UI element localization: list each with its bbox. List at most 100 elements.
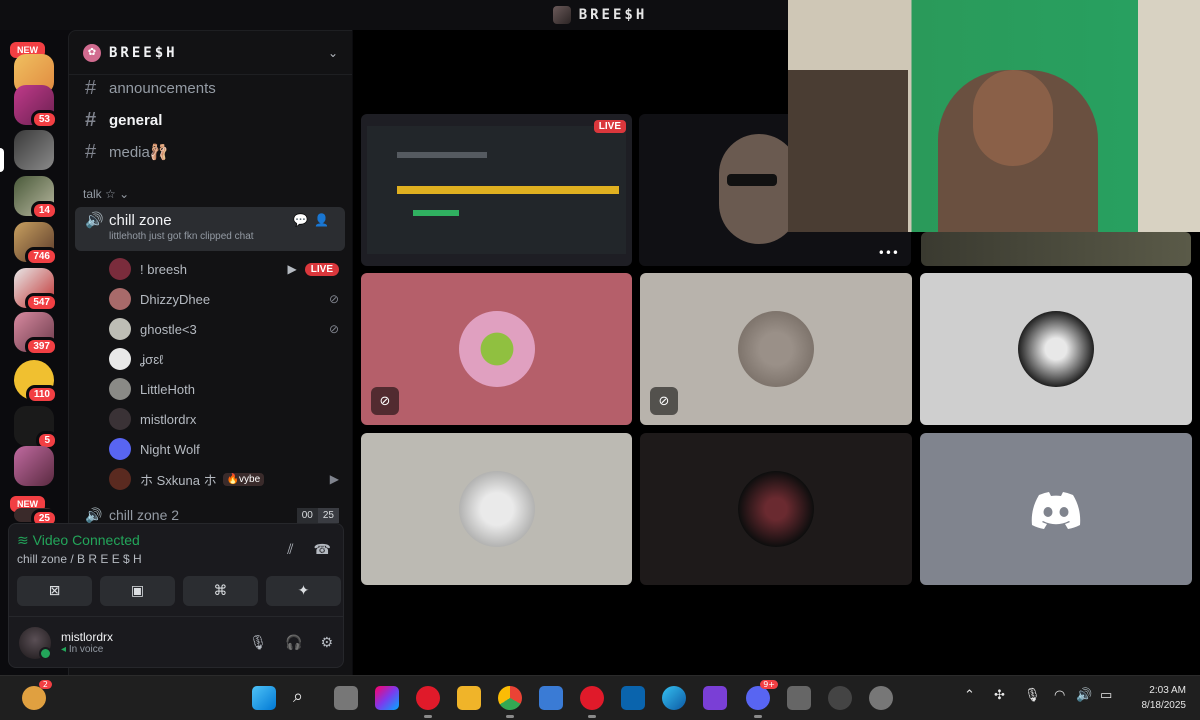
screen-share-tile[interactable]: LIVE xyxy=(361,114,632,266)
clock-date: 8/18/2025 xyxy=(1141,700,1187,711)
live-badge: LIVE xyxy=(593,120,626,133)
chevron-up-icon[interactable]: ⌃ xyxy=(964,688,975,703)
activity-button[interactable]: ⌘ xyxy=(183,576,258,606)
camera-toggle-button[interactable]: ⊠ xyxy=(17,576,92,606)
voice-user[interactable]: ホ Sxkuna ホ 🔥vybe ▶ xyxy=(109,465,339,493)
avatar xyxy=(109,258,131,280)
taskbar: 2 ⌕ 9+ ⌃ ✣ 🎙 ◠ 🔊 ▭ 2:03 AM 8/18/2025 xyxy=(0,675,1200,720)
server-button[interactable] xyxy=(14,446,54,486)
connection-location[interactable]: chill zone / B R E E $ H xyxy=(17,552,142,566)
copilot-icon[interactable] xyxy=(375,686,399,710)
unread-badge: 53 xyxy=(30,110,58,129)
opera-gx-icon[interactable] xyxy=(580,686,604,718)
unread-badge: 547 xyxy=(25,293,58,312)
participant-avatar xyxy=(458,471,535,547)
chrome-icon[interactable] xyxy=(498,686,522,718)
battery-icon[interactable]: ▭ xyxy=(1100,688,1112,703)
task-view-icon[interactable] xyxy=(334,686,358,710)
app-tray-icon[interactable]: ✣ xyxy=(994,688,1005,703)
opera-icon[interactable] xyxy=(416,686,440,718)
video-tile[interactable] xyxy=(920,273,1192,425)
channel-announcements[interactable]: # announcements xyxy=(79,73,343,103)
camera-off-icon: ⊠ xyxy=(48,583,61,599)
server-button[interactable]: 53 xyxy=(14,85,58,129)
server-button[interactable]: 746 xyxy=(14,222,58,266)
camera-app-icon[interactable] xyxy=(787,686,811,710)
avatar[interactable] xyxy=(19,626,52,660)
channel-label: media🩰 xyxy=(109,144,169,161)
video-tile[interactable] xyxy=(920,433,1192,585)
discord-taskbar-icon[interactable]: 9+ xyxy=(746,680,778,718)
channel-general[interactable]: # general xyxy=(79,105,343,135)
server-icon xyxy=(552,6,571,24)
microphone-icon[interactable]: 🎙 xyxy=(249,635,267,651)
participant-avatar xyxy=(738,311,814,387)
notification-count: 9+ xyxy=(760,680,778,689)
webcam-overlay xyxy=(788,0,1200,232)
share-screen-button[interactable]: ▣ xyxy=(100,576,175,606)
channel-label: announcements xyxy=(109,79,216,97)
headphones-icon[interactable]: 🎧 xyxy=(285,635,302,651)
participant-avatar xyxy=(458,311,535,387)
window-title: BREE$H xyxy=(578,7,648,23)
server-button[interactable]: 5 xyxy=(14,406,58,450)
guild-name: BREE$H xyxy=(109,44,178,61)
video-tile[interactable] xyxy=(640,433,912,585)
weather-icon[interactable]: 2 xyxy=(22,680,52,710)
server-button[interactable]: 110 xyxy=(14,360,58,404)
edge-icon[interactable] xyxy=(662,686,686,710)
guild-header[interactable]: ✿ BREE$H ⌄ xyxy=(69,31,352,75)
server-button[interactable]: 397 xyxy=(14,312,58,356)
hash-icon: # xyxy=(85,76,97,99)
obs-icon[interactable] xyxy=(828,686,852,710)
voice-channel-chill-zone[interactable]: 🔊 chill zone 💬👤 littlehoth just got fkn … xyxy=(75,207,345,251)
voice-user[interactable]: ghostle<3 ⊘ xyxy=(109,315,339,343)
mic-muted-icon: ⊘ xyxy=(328,292,339,306)
start-icon[interactable] xyxy=(252,686,276,710)
avatar xyxy=(109,318,131,340)
avatar xyxy=(109,408,131,430)
video-tile[interactable] xyxy=(361,433,632,585)
chat-and-invite-icons[interactable]: 💬👤 xyxy=(293,213,335,227)
unread-badge: 397 xyxy=(25,337,58,356)
channel-media[interactable]: # media🩰 xyxy=(79,137,343,167)
hash-icon: # xyxy=(85,140,97,163)
avatar xyxy=(109,348,131,370)
wifi-icon[interactable]: ◠ xyxy=(1054,688,1065,703)
voice-user[interactable]: DhizzyDhee ⊘ xyxy=(109,285,339,313)
soundboard-button[interactable]: ✦ xyxy=(266,576,341,606)
voice-user[interactable]: ! breesh ▶ LIVE xyxy=(109,255,339,283)
settings-icon[interactable] xyxy=(869,686,893,710)
voice-user[interactable]: LittleHoth xyxy=(109,375,339,403)
unread-badge: 110 xyxy=(25,385,58,404)
outlook-icon[interactable] xyxy=(621,686,645,710)
server-button[interactable] xyxy=(14,130,54,170)
speaker-icon: 🔊 xyxy=(85,212,104,229)
clan-tag: 🔥vybe xyxy=(222,472,265,486)
gear-icon[interactable]: ⚙ xyxy=(320,635,333,651)
store-icon[interactable] xyxy=(539,686,563,710)
video-tile[interactable]: ⊘ xyxy=(361,273,632,425)
clipchamp-icon[interactable] xyxy=(703,686,727,710)
server-button[interactable]: 14 xyxy=(14,176,58,220)
server-button[interactable]: 25 xyxy=(14,508,58,528)
clock[interactable]: 2:03 AM 8/18/2025 xyxy=(1142,683,1187,713)
disconnect-icon[interactable]: ☎ xyxy=(314,542,331,558)
more-options-icon[interactable]: ••• xyxy=(878,246,899,260)
volume-icon[interactable]: 🔊 xyxy=(1076,688,1092,703)
video-tile[interactable]: ⊘ xyxy=(640,273,912,425)
search-icon[interactable]: ⌕ xyxy=(293,686,317,710)
category-talk[interactable]: talk ☆ ⌄ xyxy=(83,187,129,201)
server-button[interactable]: 547 xyxy=(14,268,58,312)
game-tile[interactable] xyxy=(921,232,1191,266)
person-head xyxy=(973,70,1053,166)
microphone-icon[interactable]: 🎙 xyxy=(1024,688,1041,703)
file-explorer-icon[interactable] xyxy=(457,686,481,710)
chevron-down-icon: ⌄ xyxy=(327,45,338,60)
gamepad-icon: ⌘ xyxy=(213,583,228,599)
clock-time: 2:03 AM xyxy=(1149,685,1186,696)
noise-suppression-icon[interactable]: ⫽ xyxy=(287,542,293,558)
voice-user[interactable]: ʝσɛℓ xyxy=(109,345,339,373)
voice-user[interactable]: Night Wolf xyxy=(109,435,339,463)
voice-user[interactable]: mistlordrx xyxy=(109,405,339,433)
